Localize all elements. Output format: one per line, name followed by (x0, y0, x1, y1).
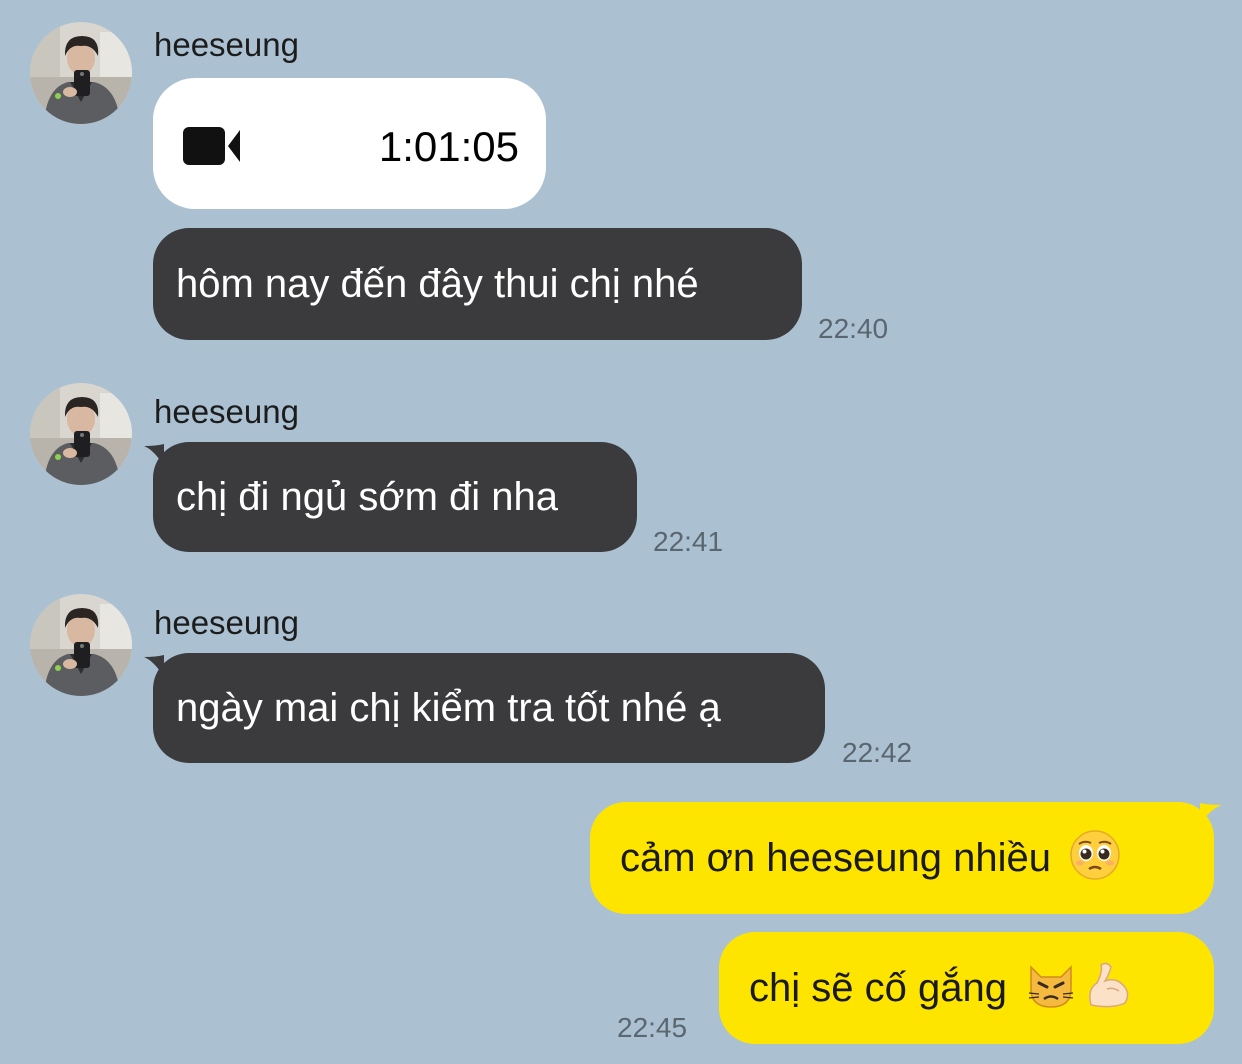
avatar[interactable] (30, 383, 132, 485)
video-camera-icon (183, 127, 243, 172)
pouting-cat-emoji (1025, 959, 1077, 1018)
message-bubble[interactable]: hôm nay đến đây thui chị nhé (153, 228, 802, 340)
avatar[interactable] (30, 594, 132, 696)
pleading-face-emoji (1069, 829, 1121, 888)
call-duration: 1:01:05 (378, 123, 519, 170)
message-bubble[interactable]: chị đi ngủ sớm đi nha (153, 442, 637, 552)
message-text: chị đi ngủ sớm đi nha (176, 475, 558, 519)
message-text: chị sẽ cố gắng (749, 966, 1007, 1010)
sent-message-bubble[interactable]: cảm ơn heeseung nhiều (590, 802, 1214, 914)
message-text: cảm ơn heeseung nhiều (620, 836, 1051, 880)
message-bubble[interactable]: ngày mai chị kiểm tra tốt nhé ạ (153, 653, 825, 763)
video-call-bubble[interactable]: 1:01:05 (153, 78, 546, 209)
sent-message-bubble[interactable]: chị sẽ cố gắng (719, 932, 1214, 1044)
message-timestamp: 22:45 (617, 1012, 688, 1043)
message-text: ngày mai chị kiểm tra tốt nhé ạ (176, 686, 721, 730)
message-text: hôm nay đến đây thui chị nhé (176, 262, 699, 306)
avatar[interactable] (30, 22, 132, 124)
sender-name: heeseung (154, 604, 299, 641)
sender-name: heeseung (154, 393, 299, 430)
flexed-biceps-emoji (1083, 959, 1135, 1018)
sender-name: heeseung (154, 26, 299, 63)
message-timestamp: 22:41 (653, 526, 724, 557)
message-timestamp: 22:40 (818, 313, 889, 344)
message-timestamp: 22:42 (842, 737, 913, 768)
